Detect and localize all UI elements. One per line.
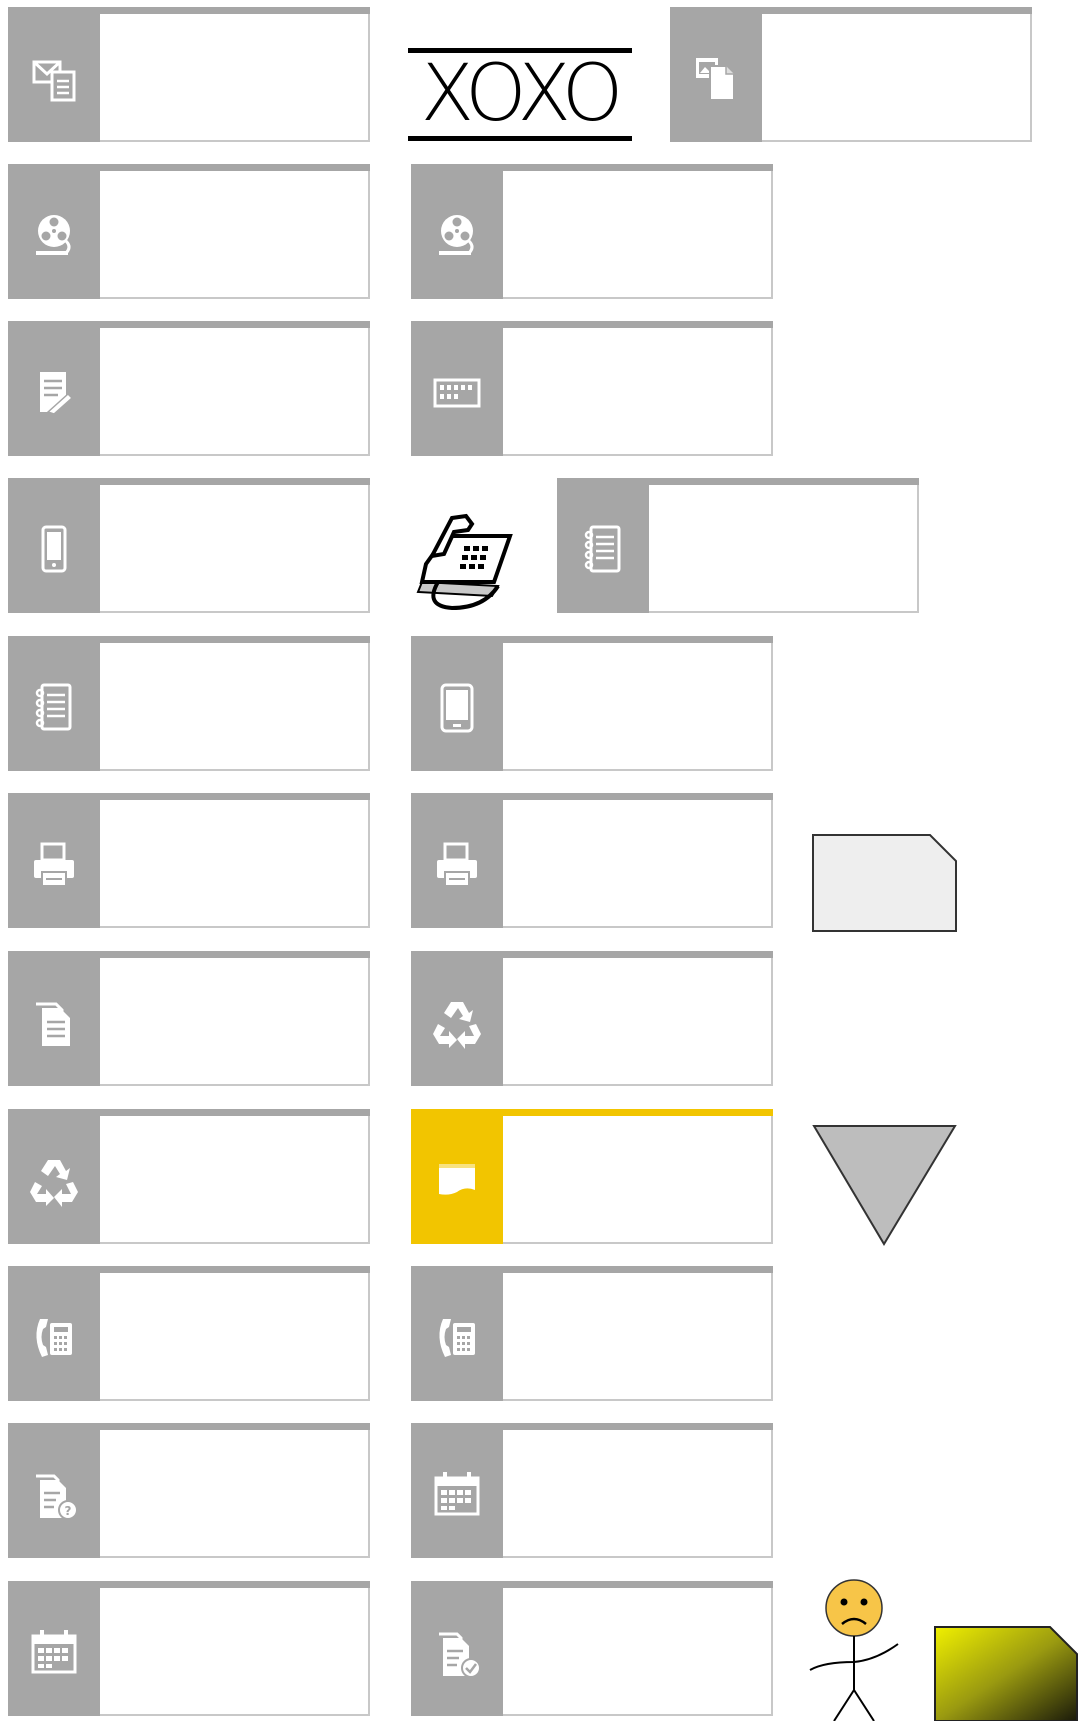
mobile-phone-icon [8, 485, 100, 613]
tile-panel [503, 1588, 773, 1716]
tile-fax-phone-2[interactable] [411, 1266, 773, 1401]
notebook-icon [557, 485, 649, 613]
tile-panel [100, 1430, 370, 1558]
tile-document-question[interactable]: ? [8, 1423, 370, 1558]
tile-panel [100, 328, 370, 456]
tile-panel [503, 643, 773, 771]
tile-panel [100, 643, 370, 771]
tile-panel [100, 1273, 370, 1401]
tile-panel [503, 1430, 773, 1558]
fax-phone-icon [8, 1273, 100, 1401]
tile-panel [503, 800, 773, 928]
mail-doc-icon [8, 14, 100, 142]
tile-panel [100, 958, 370, 1086]
sad-stick-figure [806, 1578, 902, 1722]
calendar-icon [411, 1430, 503, 1558]
tile-recycle[interactable] [411, 951, 773, 1086]
notebook-icon [8, 643, 100, 771]
desk-phone-icon [412, 506, 518, 612]
document-stack-icon [8, 958, 100, 1086]
tile-panel [100, 800, 370, 928]
tile-mail-document[interactable] [8, 7, 370, 142]
keyboard-icon [411, 328, 503, 456]
tile-note-edit[interactable] [8, 321, 370, 456]
tablet-icon [411, 643, 503, 771]
tile-notebook-2[interactable] [8, 636, 370, 771]
tile-calendar[interactable] [411, 1423, 773, 1558]
card-shape [812, 834, 957, 932]
logo-text: XOXO [420, 49, 624, 139]
tile-card-selected[interactable] [411, 1109, 773, 1244]
tile-printer[interactable] [8, 793, 370, 928]
fax-phone-icon [411, 1273, 503, 1401]
tile-panel [503, 328, 773, 456]
tile-printer-2[interactable] [411, 793, 773, 928]
triangle-shape [812, 1124, 957, 1246]
card-icon [411, 1116, 503, 1244]
gradient-card-shape [934, 1626, 1078, 1722]
tile-panel [649, 485, 919, 613]
picture-doc-icon [670, 14, 762, 142]
recycle-icon [411, 958, 503, 1086]
tile-fax-phone[interactable] [8, 1266, 370, 1401]
document-question-icon: ? [8, 1430, 100, 1558]
tile-keyboard[interactable] [411, 321, 773, 456]
note-edit-icon [8, 328, 100, 456]
tile-notebook[interactable] [557, 478, 919, 613]
tile-recycle-2[interactable] [8, 1109, 370, 1244]
tile-document-check[interactable] [411, 1581, 773, 1716]
tile-panel [100, 1588, 370, 1716]
tile-panel [100, 1116, 370, 1244]
tile-panel [100, 14, 370, 142]
printer-icon [411, 800, 503, 928]
svg-text:?: ? [65, 1504, 72, 1518]
xoxo-logo: XOXO [408, 44, 632, 144]
document-check-icon [411, 1588, 503, 1716]
tile-tablet[interactable] [411, 636, 773, 771]
tile-panel [503, 958, 773, 1086]
tile-picture-document[interactable] [670, 7, 1032, 142]
tile-calendar-2[interactable] [8, 1581, 370, 1716]
tile-mobile-phone[interactable] [8, 478, 370, 613]
tile-panel [100, 171, 370, 299]
film-reel-icon [411, 171, 503, 299]
tile-panel [503, 1116, 773, 1244]
tile-panel [503, 171, 773, 299]
tile-film-reel-2[interactable] [411, 164, 773, 299]
printer-icon [8, 800, 100, 928]
film-reel-icon [8, 171, 100, 299]
recycle-icon [8, 1116, 100, 1244]
tile-panel [503, 1273, 773, 1401]
tile-panel [100, 485, 370, 613]
tile-document-stack[interactable] [8, 951, 370, 1086]
tile-film-reel[interactable] [8, 164, 370, 299]
tile-panel [762, 14, 1032, 142]
calendar-icon [8, 1588, 100, 1716]
